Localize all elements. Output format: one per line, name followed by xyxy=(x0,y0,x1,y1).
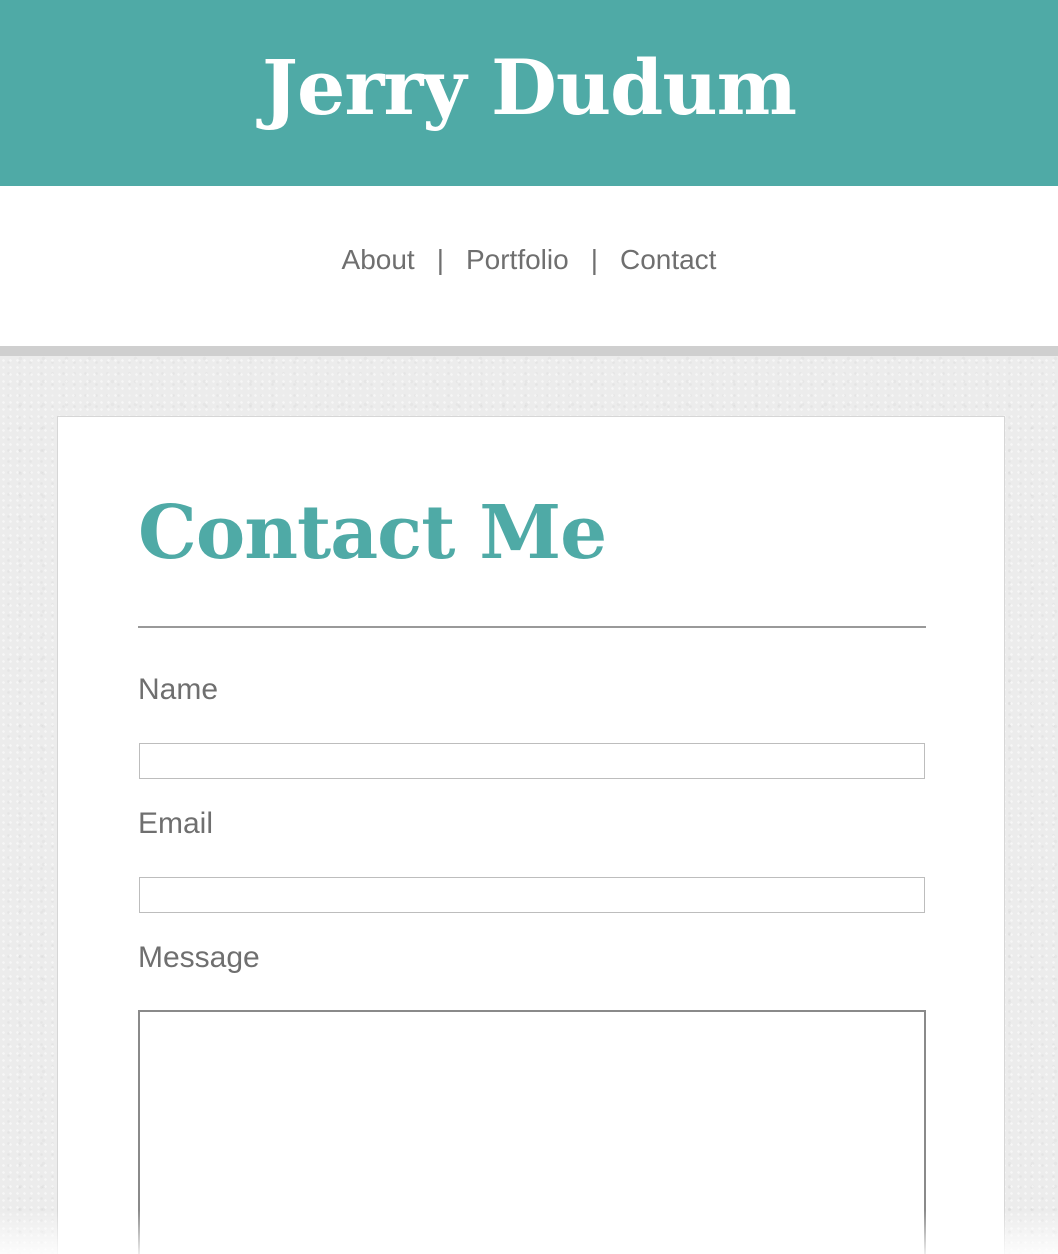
name-input[interactable] xyxy=(139,743,925,779)
nav-separator: | xyxy=(590,244,598,275)
heading-divider xyxy=(138,626,926,628)
message-label: Message xyxy=(138,941,260,974)
contact-card: Contact Me Name Email Message xyxy=(57,416,1005,1254)
nav-link-about[interactable]: About xyxy=(342,244,415,276)
site-title: Jerry Dudum xyxy=(262,42,797,132)
main-nav: About | Portfolio | Contact xyxy=(0,186,1058,356)
name-label: Name xyxy=(138,673,219,706)
page-title: Contact Me xyxy=(138,490,607,576)
nav-list: About | Portfolio | Contact xyxy=(342,244,717,276)
message-textarea[interactable] xyxy=(138,1010,926,1254)
nav-link-contact[interactable]: Contact xyxy=(620,244,717,276)
nav-separator: | xyxy=(436,244,444,275)
nav-link-portfolio[interactable]: Portfolio xyxy=(466,244,569,276)
email-label: Email xyxy=(138,807,214,840)
email-input[interactable] xyxy=(139,877,925,913)
site-header: Jerry Dudum xyxy=(0,0,1058,186)
